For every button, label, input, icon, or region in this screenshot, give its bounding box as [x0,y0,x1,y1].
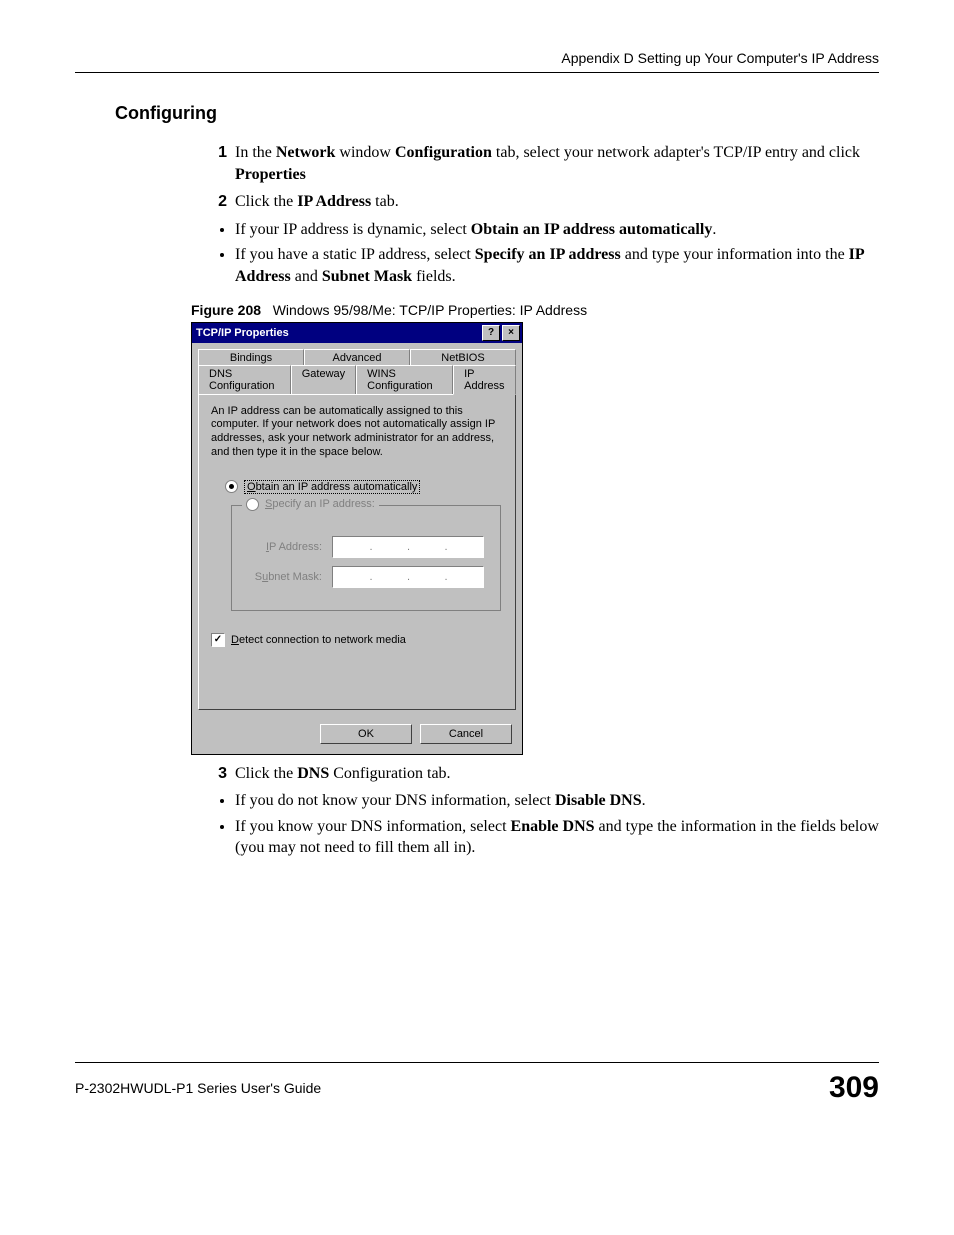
tab-advanced[interactable]: Advanced [304,349,410,366]
radio-icon [225,480,238,493]
tab-ip-address[interactable]: IP Address [453,365,516,395]
ok-button[interactable]: OK [320,724,412,744]
section-heading: Configuring [115,103,879,124]
step-3-bullet-1: If you do not know your DNS information,… [235,790,879,812]
tab-gateway[interactable]: Gateway [291,365,356,395]
radio-specify-label: Specify an IP address: [265,498,375,510]
tcpip-properties-dialog: TCP/IP Properties ? × Bindings Advanced … [191,322,523,755]
subnet-mask-input[interactable] [332,566,484,588]
step-3-bullet-2: If you know your DNS information, select… [235,816,879,859]
footer-guide-title: P-2302HWUDL-P1 Series User's Guide [75,1080,321,1096]
detect-connection-label: Detect connection to network media [231,634,406,646]
step-1-number: 1 [205,142,227,185]
running-header: Appendix D Setting up Your Computer's IP… [75,50,879,73]
tab-row-2: DNS Configuration Gateway WINS Configura… [198,365,516,395]
help-button[interactable]: ? [482,325,500,341]
radio-specify[interactable] [246,498,259,511]
ip-address-input[interactable] [332,536,484,558]
page-number: 309 [829,1071,879,1105]
tab-body: An IP address can be automatically assig… [198,394,516,710]
tab-netbios[interactable]: NetBIOS [410,349,516,366]
close-button[interactable]: × [502,325,520,341]
step-2-bullets: If your IP address is dynamic, select Ob… [235,219,879,288]
step-3-number: 3 [205,763,227,785]
dialog-titlebar: TCP/IP Properties ? × [192,323,522,343]
radio-obtain-auto[interactable]: Obtain an IP address automatically [225,480,503,494]
specify-ip-group: Specify an IP address: IP Address: Subne… [231,498,501,611]
step-1: 1 In the Network window Configuration ta… [205,142,879,185]
step-3: 3 Click the DNS Configuration tab. [205,763,879,785]
step-2: 2 Click the IP Address tab. [205,191,879,213]
step-3-text: Click the DNS Configuration tab. [235,763,451,785]
subnet-mask-row: Subnet Mask: [242,566,490,588]
subnet-mask-label: Subnet Mask: [242,571,322,583]
dialog-title: TCP/IP Properties [196,327,289,339]
step-2-bullet-1: If your IP address is dynamic, select Ob… [235,219,879,241]
step-1-text: In the Network window Configuration tab,… [235,142,879,185]
radio-obtain-label: Obtain an IP address automatically [244,480,420,494]
tab-dns-configuration[interactable]: DNS Configuration [198,365,291,395]
step-2-text: Click the IP Address tab. [235,191,399,213]
tab-bindings[interactable]: Bindings [198,349,304,366]
step-3-bullets: If you do not know your DNS information,… [235,790,879,859]
cancel-button[interactable]: Cancel [420,724,512,744]
ip-address-label: IP Address: [242,541,322,553]
page-footer: P-2302HWUDL-P1 Series User's Guide 309 [75,1062,879,1105]
detect-connection-checkbox[interactable]: ✓ Detect connection to network media [211,633,503,647]
dialog-button-row: OK Cancel [192,716,522,754]
tab-wins-configuration[interactable]: WINS Configuration [356,365,453,395]
dialog-description: An IP address can be automatically assig… [211,405,503,460]
step-2-bullet-2: If you have a static IP address, select … [235,244,879,287]
figure-caption: Figure 208 Windows 95/98/Me: TCP/IP Prop… [191,302,879,318]
checkbox-icon: ✓ [211,633,225,647]
ip-address-row: IP Address: [242,536,490,558]
tab-row-1: Bindings Advanced NetBIOS [198,349,516,366]
step-2-number: 2 [205,191,227,213]
